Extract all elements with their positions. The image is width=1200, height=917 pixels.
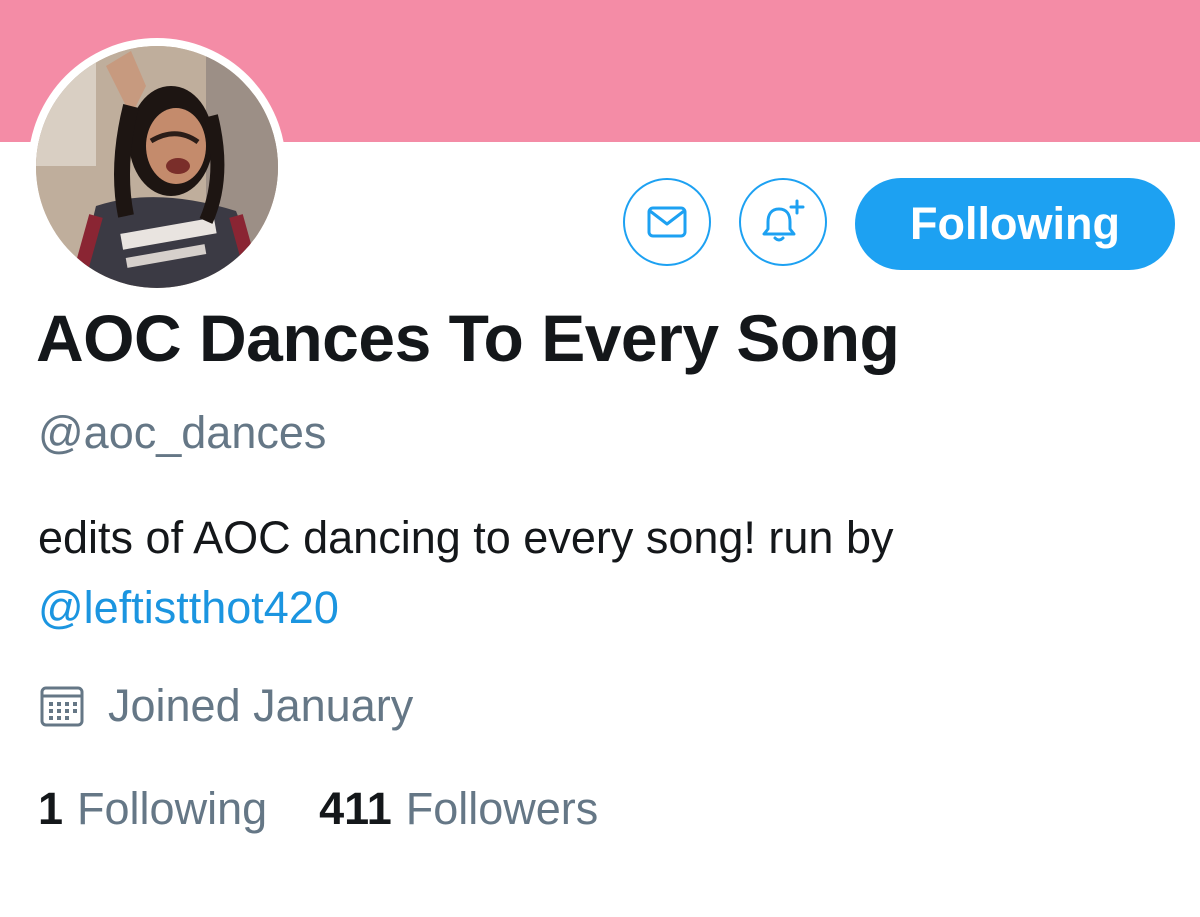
avatar[interactable]: [36, 46, 278, 288]
followers-count: 411: [319, 783, 392, 834]
following-count: 1: [38, 783, 64, 834]
calendar-icon: [38, 682, 86, 730]
bio: edits of AOC dancing to every song! run …: [38, 503, 1158, 643]
followers-label: Followers: [405, 783, 599, 834]
join-date: Joined January: [38, 680, 413, 732]
avatar-frame: [28, 38, 286, 296]
notify-button[interactable]: [739, 178, 827, 266]
bio-text: edits of AOC dancing to every song! run …: [38, 512, 894, 563]
following-stat[interactable]: 1 Following: [38, 783, 267, 835]
avatar-photo: [36, 46, 278, 288]
display-name: AOC Dances To Every Song: [36, 301, 900, 375]
bell-plus-icon: [762, 199, 805, 242]
following-label: Following: [77, 783, 268, 834]
bio-mention-link[interactable]: @leftistthot420: [38, 582, 339, 633]
profile-stats: 1 Following 411 Followers: [38, 783, 598, 835]
user-handle: @aoc_dances: [38, 407, 327, 458]
envelope-icon: [647, 206, 687, 238]
following-button[interactable]: Following: [855, 178, 1175, 270]
join-date-text: Joined January: [108, 680, 414, 731]
followers-stat[interactable]: 411 Followers: [319, 783, 598, 835]
message-button[interactable]: [623, 178, 711, 266]
